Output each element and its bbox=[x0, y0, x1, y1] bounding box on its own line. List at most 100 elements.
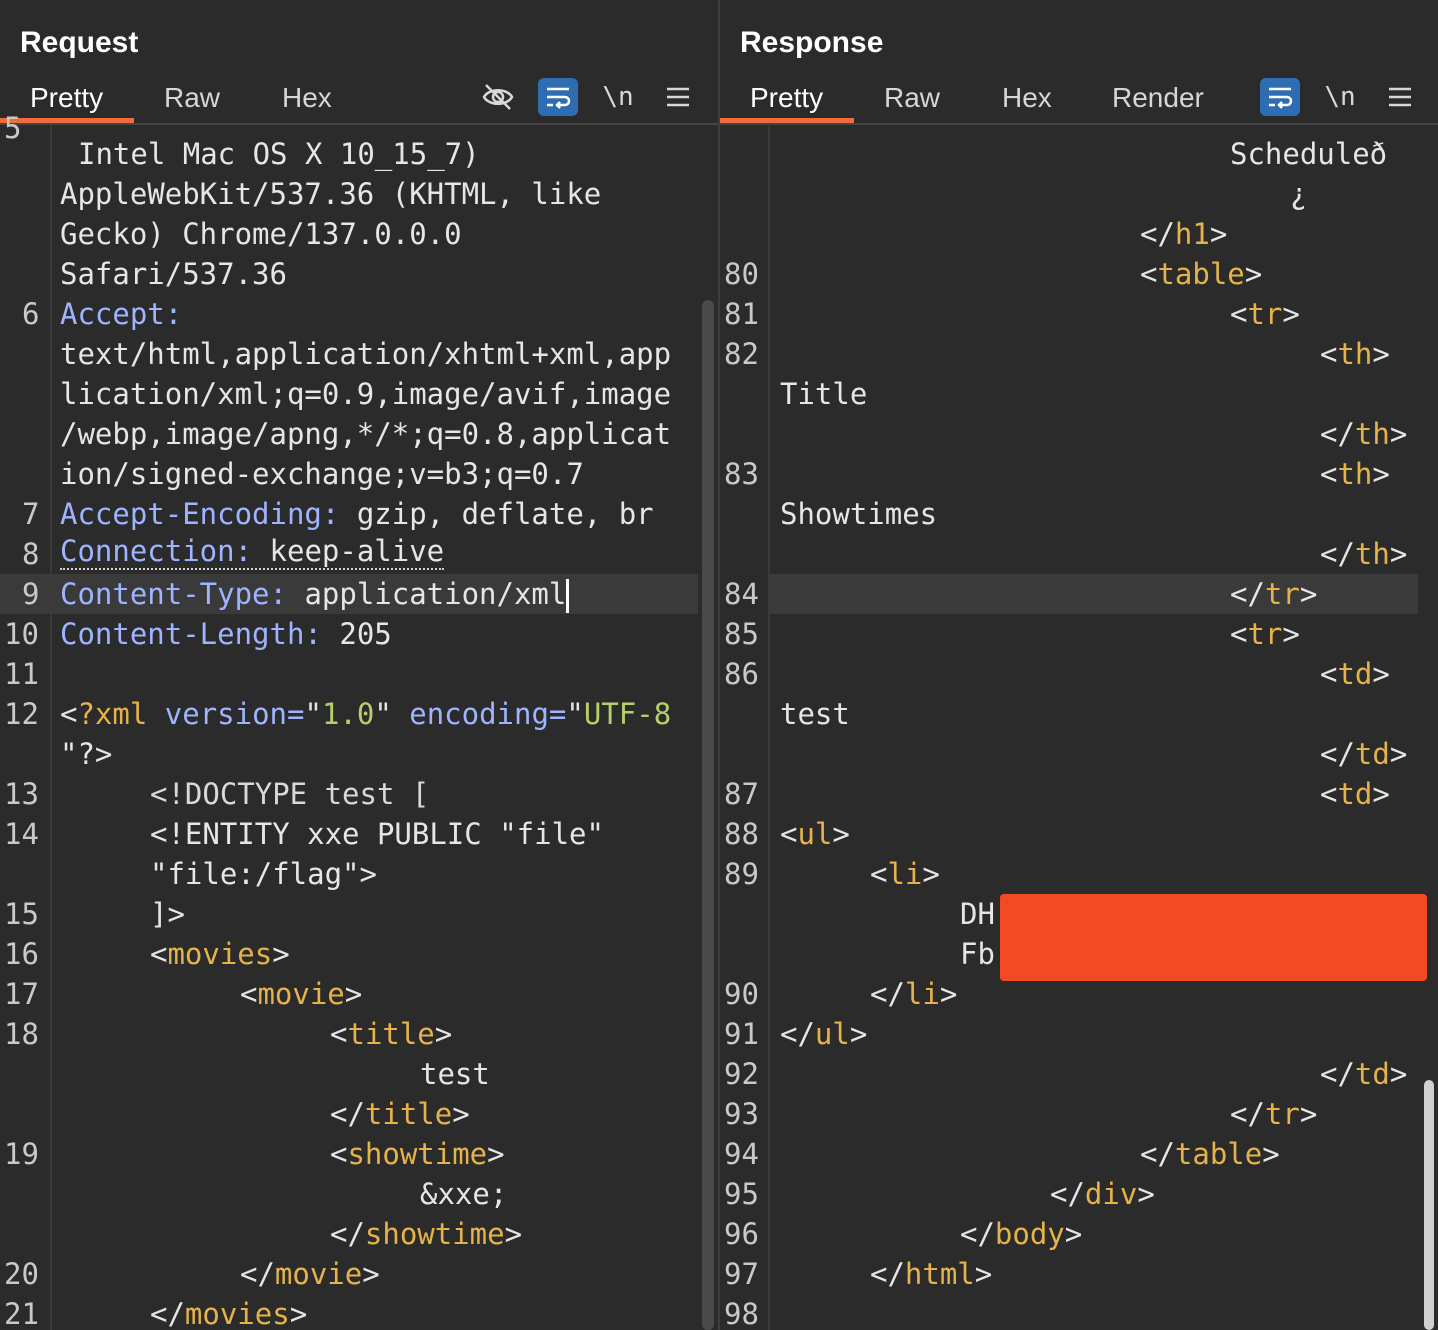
code-line: <td> bbox=[1320, 777, 1390, 811]
code-line: DH bbox=[960, 897, 995, 931]
code-line: <movies> bbox=[150, 937, 290, 971]
line-number: 86 bbox=[724, 657, 759, 691]
code-line: <ul> bbox=[780, 817, 850, 851]
wrap-icon[interactable] bbox=[538, 78, 578, 116]
line-number: 92 bbox=[724, 1057, 759, 1091]
code-line: </td> bbox=[1320, 1057, 1408, 1091]
line-number: 83 bbox=[724, 457, 759, 491]
code-line: text/html,application/xhtml+xml,app bbox=[60, 337, 672, 371]
code-line: </movies> bbox=[150, 1297, 308, 1330]
code-line: ]> bbox=[150, 897, 185, 931]
code-line: Gecko) Chrome/137.0.0.0 bbox=[60, 217, 462, 251]
code-line: test bbox=[780, 697, 850, 731]
code-line: <tr> bbox=[1230, 297, 1300, 331]
code-line: </th> bbox=[1320, 417, 1408, 451]
response-title: Response bbox=[740, 26, 884, 59]
code-line: <table> bbox=[1140, 257, 1263, 291]
line-number: 93 bbox=[724, 1097, 759, 1131]
request-scrollbar[interactable] bbox=[702, 300, 714, 1330]
tab-pretty[interactable]: Pretty bbox=[750, 82, 823, 114]
line-number: 88 bbox=[724, 817, 759, 851]
tab-hex[interactable]: Hex bbox=[1002, 82, 1052, 114]
code-line: <li> bbox=[870, 857, 940, 891]
tab-separator bbox=[720, 123, 1438, 125]
code-line: </movie> bbox=[240, 1257, 380, 1291]
code-line: </ul> bbox=[780, 1017, 868, 1051]
line-number: 20 bbox=[4, 1257, 39, 1291]
line-number: 10 bbox=[4, 617, 39, 651]
line-number: 17 bbox=[4, 977, 39, 1011]
code-line: Intel Mac OS X 10_15_7) bbox=[78, 137, 480, 171]
code-line: Safari/537.36 bbox=[60, 257, 287, 291]
code-line: <title> bbox=[330, 1017, 453, 1051]
eye-off-icon[interactable] bbox=[478, 78, 518, 116]
code-line: <!ENTITY xxe PUBLIC "file" bbox=[150, 817, 604, 851]
code-line: <!DOCTYPE test [ bbox=[150, 777, 430, 811]
line-number: 97 bbox=[724, 1257, 759, 1291]
code-line: <movie> bbox=[240, 977, 363, 1011]
tab-raw[interactable]: Raw bbox=[164, 82, 220, 114]
code-line: <tr> bbox=[1230, 617, 1300, 651]
tab-render[interactable]: Render bbox=[1112, 82, 1204, 114]
code-line: </showtime> bbox=[330, 1217, 523, 1251]
line-number: 7 bbox=[22, 497, 40, 531]
code-line: </div> bbox=[1050, 1177, 1155, 1211]
wrap-icon[interactable] bbox=[1260, 78, 1300, 116]
line-number: 13 bbox=[4, 777, 39, 811]
response-viewer[interactable]: Scheduleð ¿ </h1> 80 <table> 81 <tr> 82 <th… bbox=[720, 126, 1438, 1330]
line-number: 21 bbox=[4, 1297, 39, 1330]
request-pane: Request Pretty Raw Hex \n 5 Intel Mac OS … bbox=[0, 0, 718, 1330]
line-number: 90 bbox=[724, 977, 759, 1011]
code-line: </title> bbox=[330, 1097, 470, 1131]
line-number: 96 bbox=[724, 1217, 759, 1251]
line-number: 91 bbox=[724, 1017, 759, 1051]
tab-hex[interactable]: Hex bbox=[282, 82, 332, 114]
code-line: Fb bbox=[960, 937, 995, 971]
line-number: 87 bbox=[724, 777, 759, 811]
code-line: Scheduleð bbox=[1230, 137, 1388, 171]
line-number: 95 bbox=[724, 1177, 759, 1211]
code-line: AppleWebKit/537.36 (KHTML, like bbox=[60, 177, 602, 211]
line-number: 11 bbox=[4, 657, 39, 691]
code-line: <th> bbox=[1320, 457, 1390, 491]
code-line: ion/signed-exchange;v=b3;q=0.7 bbox=[60, 457, 584, 491]
code-line: lication/xml;q=0.9,image/avif,image bbox=[60, 377, 672, 411]
newline-icon[interactable]: \n bbox=[1320, 78, 1360, 116]
line-number: 85 bbox=[724, 617, 759, 651]
code-line: Connection: keep-alive bbox=[60, 534, 445, 570]
code-line: ¿ bbox=[1290, 177, 1308, 211]
code-line: </html> bbox=[870, 1257, 993, 1291]
code-line: <th> bbox=[1320, 337, 1390, 371]
menu-icon[interactable] bbox=[658, 78, 698, 116]
line-number: 9 bbox=[22, 577, 40, 611]
code-line: </table> bbox=[1140, 1137, 1280, 1171]
line-number: 82 bbox=[724, 337, 759, 371]
code-line: <td> bbox=[1320, 657, 1390, 691]
code-line: "file:/flag"> bbox=[150, 857, 377, 891]
newline-icon[interactable]: \n bbox=[598, 78, 638, 116]
code-line: "?> bbox=[60, 737, 113, 771]
tab-separator bbox=[0, 123, 718, 125]
line-number: 16 bbox=[4, 937, 39, 971]
line-number: 6 bbox=[22, 297, 40, 331]
tab-pretty[interactable]: Pretty bbox=[30, 82, 103, 114]
response-scrollbar[interactable] bbox=[1424, 1080, 1434, 1330]
response-pane: Response Pretty Raw Hex Render \n Schedu… bbox=[720, 0, 1438, 1330]
code-line: Showtimes bbox=[780, 497, 938, 531]
header-name: Accept: bbox=[60, 297, 183, 331]
code-line: /webp,image/apng,*/*;q=0.8,applicat bbox=[60, 417, 672, 451]
line-number: 81 bbox=[724, 297, 759, 331]
line-number: 89 bbox=[724, 857, 759, 891]
redaction-box bbox=[1000, 894, 1427, 981]
line-number: 84 bbox=[724, 577, 759, 611]
line-number: 18 bbox=[4, 1017, 39, 1051]
code-line: </td> bbox=[1320, 737, 1408, 771]
code-line: Title bbox=[780, 377, 868, 411]
request-editor[interactable]: 5 Intel Mac OS X 10_15_7) AppleWebKit/537… bbox=[0, 111, 718, 1330]
code-line: </tr> bbox=[1230, 1097, 1318, 1131]
tab-raw[interactable]: Raw bbox=[884, 82, 940, 114]
menu-icon[interactable] bbox=[1380, 78, 1420, 116]
line-number: 8 bbox=[22, 537, 40, 571]
line-number: 94 bbox=[724, 1137, 759, 1171]
code-line: </h1> bbox=[1140, 217, 1228, 251]
